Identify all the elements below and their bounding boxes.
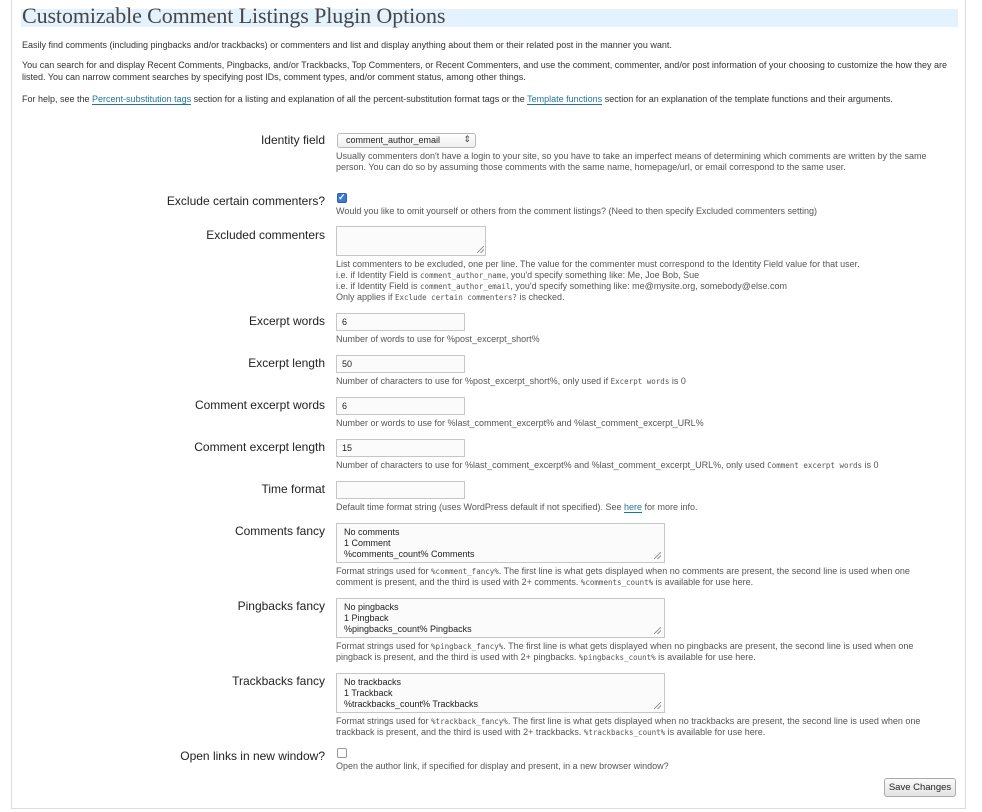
help-code: comment_author_email	[420, 282, 511, 291]
help-text: is 0	[669, 376, 686, 386]
help-text: is available for use here.	[665, 727, 766, 737]
help-line: i.e. if Identity Field is comment_author…	[336, 281, 948, 292]
help-code: comment_author_name	[420, 271, 506, 280]
comments-fancy-textarea[interactable]: No comments 1 Comment %comments_count% C…	[336, 523, 665, 563]
help-text: Number of characters to use for %post_ex…	[336, 376, 611, 386]
excluded-commenters-help: List commenters to be excluded, one per …	[336, 259, 948, 303]
checkmark-icon: ✓	[338, 192, 346, 202]
identity-field-value: comment_author_email	[346, 135, 441, 145]
page-title: Customizable Comment Listings Plugin Opt…	[22, 3, 446, 28]
comment-excerpt-length-help: Number of characters to use for %last_co…	[336, 460, 948, 471]
identity-field-label: Identity field	[260, 133, 325, 147]
excluded-commenters-textarea[interactable]	[336, 226, 486, 256]
help-text: , you'd specify something like: Me, Joe …	[505, 270, 700, 280]
comment-excerpt-length-label: Comment excerpt length	[194, 440, 325, 454]
help-text: i.e. if Identity Field is	[336, 281, 421, 291]
help-text: , you'd specify something like: me@mysit…	[510, 281, 787, 291]
help-line: Only applies if Exclude certain commente…	[336, 292, 948, 303]
help-code: Excerpt words	[610, 377, 670, 386]
trackbacks-fancy-help: Format strings used for %trackback_fancy…	[336, 716, 948, 738]
help-code: %trackbacks_count%	[583, 728, 666, 737]
resize-grip-icon[interactable]	[477, 246, 484, 253]
exclude-commenters-label: Exclude certain commenters?	[166, 194, 325, 208]
help-text: Number of characters to use for %last_co…	[336, 460, 768, 470]
help-text: is 0	[862, 460, 879, 470]
help-code: %pingbacks_count%	[578, 653, 656, 662]
resize-grip-icon[interactable]	[654, 627, 661, 634]
intro-paragraph-1: Easily find comments (including pingback…	[22, 40, 672, 50]
help-text: Only applies if	[336, 292, 396, 302]
trackbacks-fancy-label: Trackbacks fancy	[232, 674, 325, 688]
excluded-commenters-label: Excluded commenters	[206, 228, 325, 242]
intro-text: section for a listing and explanation of…	[191, 94, 528, 104]
help-text: Default time format string (uses WordPre…	[336, 502, 624, 512]
identity-field-select[interactable]: comment_author_email ⇕	[337, 133, 476, 148]
comment-excerpt-words-help: Number or words to use for %last_comment…	[336, 418, 704, 428]
save-changes-button[interactable]: Save Changes	[884, 778, 956, 797]
open-links-new-window-label: Open links in new window?	[180, 749, 325, 763]
intro-text: For help, see the	[22, 94, 93, 104]
help-code: %pingback_fancy%	[431, 642, 504, 651]
resize-grip-icon[interactable]	[654, 552, 661, 559]
help-line: List commenters to be excluded, one per …	[336, 259, 860, 269]
comment-excerpt-words-label: Comment excerpt words	[194, 398, 325, 412]
comments-fancy-help: Format strings used for %comment_fancy%.…	[336, 566, 948, 588]
excerpt-length-label: Excerpt length	[248, 356, 325, 370]
template-functions-link[interactable]: Template functions	[527, 94, 603, 105]
time-format-here-link[interactable]: here	[623, 502, 642, 513]
excerpt-words-help: Number of words to use for %post_excerpt…	[336, 334, 540, 344]
pingbacks-fancy-textarea[interactable]: No pingbacks 1 Pingback %pingbacks_count…	[336, 598, 665, 638]
intro-paragraph-3: For help, see the Percent-substitution t…	[22, 94, 947, 106]
comments-fancy-label: Comments fancy	[234, 524, 325, 538]
excerpt-length-help: Number of characters to use for %post_ex…	[336, 376, 948, 387]
help-code: %comment_fancy%	[431, 567, 499, 576]
excerpt-words-input[interactable]: 6	[336, 313, 465, 331]
intro-text: section for an explanation of the templa…	[602, 94, 893, 104]
intro-paragraph-2: You can search for and display Recent Co…	[22, 60, 947, 82]
time-format-help: Default time format string (uses WordPre…	[336, 502, 948, 513]
exclude-commenters-help: Would you like to omit yourself or other…	[336, 206, 818, 216]
help-code: Exclude certain commenters?	[395, 293, 517, 302]
open-links-new-window-help: Open the author link, if specified for d…	[336, 761, 669, 771]
pingbacks-fancy-label: Pingbacks fancy	[237, 599, 325, 613]
help-text: is available for use here.	[655, 652, 756, 662]
options-page: Customizable Comment Listings Plugin Opt…	[0, 0, 982, 812]
time-format-label: Time format	[261, 482, 325, 496]
help-text: is available for use here.	[653, 577, 754, 587]
resize-grip-icon[interactable]	[654, 702, 661, 709]
help-text: for more info.	[641, 502, 698, 512]
percent-substitution-tags-link[interactable]: Percent-substitution tags	[92, 94, 192, 105]
help-text: i.e. if Identity Field is	[336, 270, 421, 280]
open-links-new-window-checkbox[interactable]	[337, 748, 347, 758]
select-arrows-icon: ⇕	[463, 134, 471, 144]
comment-excerpt-words-input[interactable]: 6	[336, 397, 465, 415]
pingbacks-fancy-help: Format strings used for %pingback_fancy%…	[336, 641, 948, 663]
help-code: %comments_count%	[580, 578, 654, 587]
help-code: Comment excerpt words	[767, 461, 863, 470]
trackbacks-fancy-textarea[interactable]: No trackbacks 1 Trackback %trackbacks_co…	[336, 673, 665, 713]
help-text: Format strings used for	[336, 641, 432, 651]
excerpt-length-input[interactable]: 50	[336, 355, 465, 373]
help-text: Format strings used for	[336, 716, 432, 726]
help-text: Format strings used for	[336, 566, 432, 576]
help-line: i.e. if Identity Field is comment_author…	[336, 270, 948, 281]
help-text: is checked.	[516, 292, 565, 302]
time-format-input[interactable]	[336, 481, 465, 499]
excerpt-words-label: Excerpt words	[248, 314, 325, 328]
identity-field-help: Usually commenters don't have a login to…	[336, 151, 927, 172]
comment-excerpt-length-input[interactable]: 15	[336, 439, 465, 457]
exclude-commenters-checkbox[interactable]: ✓	[337, 192, 347, 203]
help-code: %trackback_fancy%	[431, 717, 508, 726]
